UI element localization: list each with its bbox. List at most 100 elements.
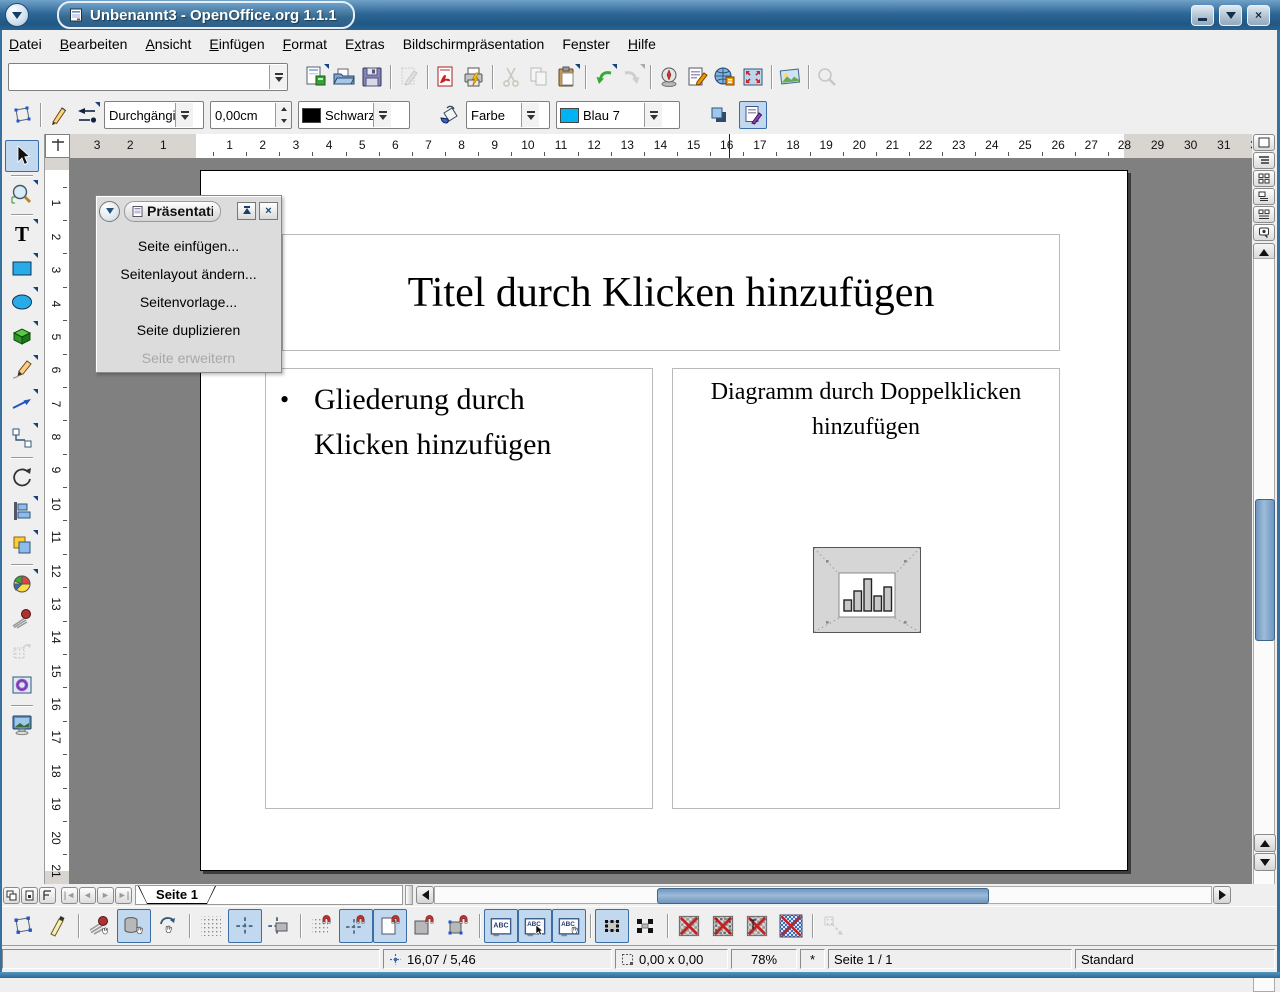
url-combo[interactable] bbox=[8, 63, 288, 91]
line-width-spinner[interactable]: 0,00cm bbox=[210, 101, 292, 129]
scroll-up-button-2[interactable] bbox=[1254, 834, 1276, 852]
menu-fenster[interactable]: Fenster bbox=[553, 32, 618, 56]
menu-format[interactable]: Format bbox=[274, 32, 336, 56]
cut-button[interactable] bbox=[497, 63, 525, 91]
contour-placeholder-button[interactable] bbox=[706, 909, 740, 943]
rotate-object-button[interactable] bbox=[151, 909, 185, 943]
interaction-button[interactable] bbox=[117, 909, 151, 943]
first-page-button[interactable]: |◄ bbox=[61, 887, 78, 904]
quick-edit-button[interactable]: ABC bbox=[484, 909, 518, 943]
snap-to-page-margins-button[interactable] bbox=[373, 909, 407, 943]
slide-page[interactable]: Titel durch Klicken hinzufügen •Gliederu… bbox=[200, 170, 1128, 871]
title-bar[interactable]: Unbenannt3 - OpenOffice.org 1.1.1 × bbox=[0, 0, 1280, 30]
live-presentation-tool[interactable] bbox=[5, 709, 39, 741]
panel-close-button[interactable]: × bbox=[259, 202, 278, 220]
picture-placeholder-button[interactable] bbox=[672, 909, 706, 943]
next-page-button[interactable]: ► bbox=[97, 887, 114, 904]
presentation-toggle-button[interactable] bbox=[739, 101, 767, 129]
panel-item[interactable]: Seite einfügen... bbox=[96, 232, 281, 260]
status-position-field[interactable]: 16,07 / 5,46 bbox=[383, 949, 612, 969]
edit-points-button[interactable] bbox=[8, 101, 36, 129]
layer-mode-button[interactable] bbox=[39, 887, 56, 904]
alignment-tool[interactable] bbox=[5, 495, 39, 527]
large-handles-button[interactable] bbox=[629, 909, 663, 943]
notes-view-button[interactable] bbox=[1253, 188, 1275, 205]
menu-datei[interactable]: Datei bbox=[0, 32, 51, 56]
line-color-combo[interactable]: Schwarz bbox=[298, 101, 410, 129]
rotate-tool[interactable] bbox=[5, 461, 39, 493]
area-color-dropdown[interactable] bbox=[644, 103, 662, 127]
effects-button[interactable] bbox=[83, 909, 117, 943]
line-contour-when-moving-button[interactable] bbox=[817, 909, 851, 943]
menu-extras[interactable]: Extras bbox=[336, 32, 394, 56]
export-pdf-button[interactable] bbox=[432, 63, 460, 91]
last-page-button[interactable]: ►| bbox=[115, 887, 132, 904]
h-scroll-track[interactable] bbox=[434, 886, 1212, 904]
navigator-button[interactable] bbox=[655, 63, 683, 91]
3d-effects-tool[interactable] bbox=[5, 636, 39, 668]
v-ruler[interactable]: 123456789101112131415161718192021 bbox=[45, 158, 70, 884]
diagram-placeholder[interactable]: Diagramm durch Doppelklicken hinzufügen bbox=[672, 368, 1060, 809]
slide-view-button[interactable] bbox=[1253, 170, 1275, 187]
panel-menu-button[interactable] bbox=[99, 201, 120, 222]
snap-to-object-points-button[interactable] bbox=[441, 909, 475, 943]
helplines-while-moving-button[interactable] bbox=[262, 909, 296, 943]
insert-tool[interactable] bbox=[5, 568, 39, 600]
panel-item[interactable]: Seite duplizieren bbox=[96, 316, 281, 344]
area-type-dropdown[interactable] bbox=[521, 103, 539, 127]
panel-shade-button[interactable] bbox=[237, 202, 256, 220]
copy-button[interactable] bbox=[525, 63, 553, 91]
window-menu-button[interactable] bbox=[5, 3, 29, 27]
line-dialog-button[interactable] bbox=[45, 101, 73, 129]
menu-bildschirmprsentation[interactable]: Bildschirmpräsentation bbox=[394, 32, 554, 56]
zoom-scale-button[interactable] bbox=[739, 63, 767, 91]
arrow-ends-button[interactable] bbox=[73, 101, 101, 129]
open-button[interactable] bbox=[330, 63, 358, 91]
status-zoom-field[interactable]: 78% bbox=[731, 949, 797, 969]
ellipse-tool[interactable] bbox=[5, 286, 39, 318]
line-style-dropdown[interactable] bbox=[175, 103, 193, 127]
snap-to-grid-button[interactable] bbox=[305, 909, 339, 943]
url-dropdown-button[interactable] bbox=[269, 65, 287, 89]
area-dialog-button[interactable] bbox=[435, 101, 463, 129]
rectangle-tool[interactable] bbox=[5, 252, 39, 284]
outline-view-button[interactable] bbox=[1253, 152, 1275, 169]
line-placeholder-button[interactable] bbox=[774, 909, 808, 943]
status-size-field[interactable]: 0,00 x 0,00 bbox=[615, 949, 728, 969]
select-text-area-only-button[interactable]: ABC bbox=[518, 909, 552, 943]
tab-scroll-splitter[interactable] bbox=[405, 885, 413, 905]
lines-arrows-tool[interactable] bbox=[5, 388, 39, 420]
panel-item[interactable]: Seitenlayout ändern... bbox=[96, 260, 281, 288]
scroll-left-button[interactable] bbox=[416, 886, 434, 904]
minimize-button[interactable] bbox=[1191, 5, 1214, 26]
line-color-dropdown[interactable] bbox=[373, 103, 391, 127]
master-mode-button[interactable] bbox=[21, 887, 38, 904]
v-scroll-thumb[interactable] bbox=[1255, 499, 1275, 641]
area-color-combo[interactable]: Blau 7 bbox=[556, 101, 680, 129]
handout-view-button[interactable] bbox=[1253, 206, 1275, 223]
undo-button[interactable] bbox=[590, 63, 618, 91]
v-scroll-track[interactable] bbox=[1253, 258, 1275, 992]
zoom-tool[interactable] bbox=[5, 179, 39, 211]
print-button[interactable] bbox=[460, 63, 488, 91]
menu-hilfe[interactable]: Hilfe bbox=[619, 32, 665, 56]
scroll-down-button[interactable] bbox=[1254, 853, 1276, 871]
previous-page-button[interactable]: ◄ bbox=[79, 887, 96, 904]
snap-to-snap-lines-button[interactable] bbox=[339, 909, 373, 943]
menu-ansicht[interactable]: Ansicht bbox=[136, 32, 200, 56]
save-button[interactable] bbox=[358, 63, 386, 91]
status-page-field[interactable]: Seite 1 / 1 bbox=[828, 949, 1072, 969]
line-width-spin-buttons[interactable] bbox=[275, 103, 291, 127]
paste-button[interactable] bbox=[553, 63, 581, 91]
curve-tool[interactable] bbox=[5, 354, 39, 386]
panel-item[interactable]: Seitenvorlage... bbox=[96, 288, 281, 316]
text-tool[interactable]: T bbox=[5, 218, 39, 250]
new-document-button[interactable] bbox=[302, 63, 330, 91]
maximize-button[interactable] bbox=[1219, 5, 1242, 26]
double-click-to-edit-text-button[interactable]: ABC bbox=[552, 909, 586, 943]
search-button[interactable] bbox=[813, 63, 841, 91]
simple-handles-button[interactable] bbox=[595, 909, 629, 943]
edit-points-mode-button[interactable] bbox=[6, 909, 40, 943]
animation-tool[interactable] bbox=[5, 670, 39, 702]
h-scroll-thumb[interactable] bbox=[657, 888, 989, 904]
